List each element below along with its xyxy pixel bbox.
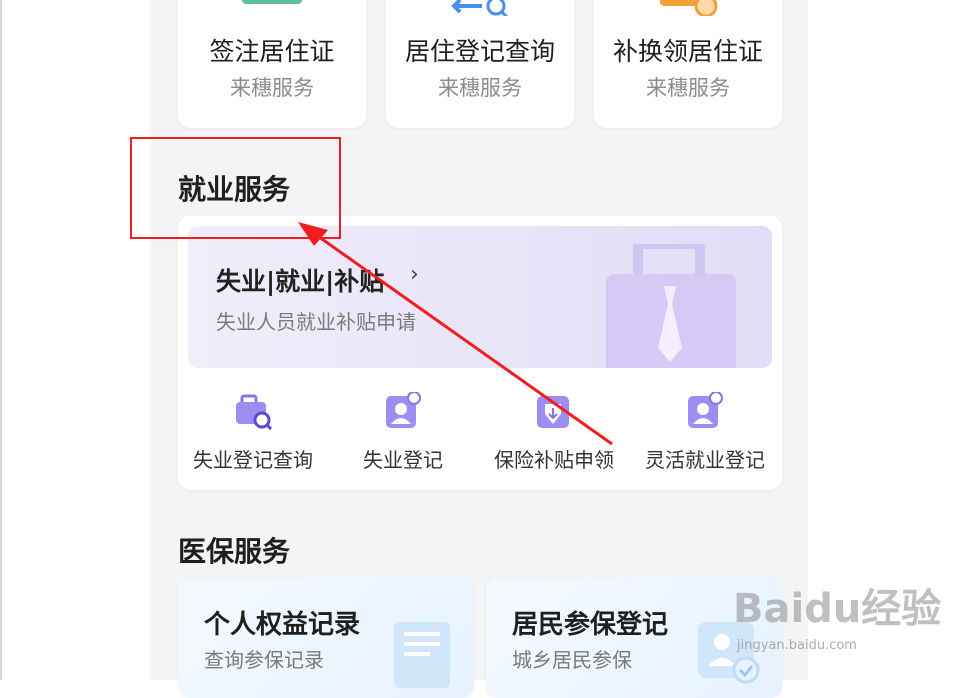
- baidu-jingyan-watermark: Baidu经验 jingyan.baidu.com: [733, 576, 953, 656]
- watermark-brand: Baidu经验: [733, 586, 942, 632]
- watermark-url: jingyan.baidu.com: [737, 638, 857, 653]
